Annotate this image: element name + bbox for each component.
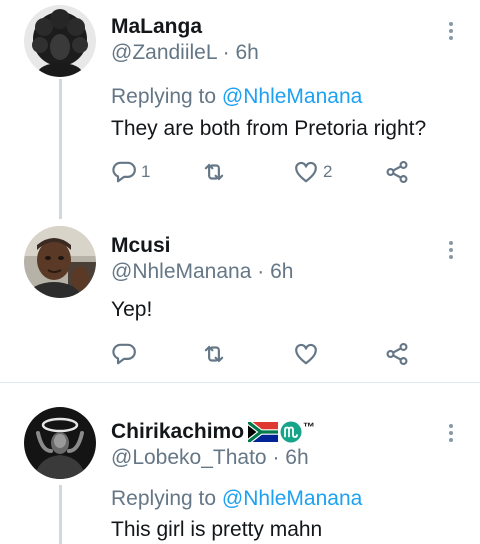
thread-line	[59, 79, 62, 219]
share-icon	[386, 160, 408, 184]
display-name[interactable]: MaLanga	[111, 15, 202, 39]
handle[interactable]: @Lobeko_Thato	[111, 446, 267, 469]
more-options-icon[interactable]	[446, 241, 456, 259]
like-icon	[295, 161, 317, 183]
thread-line	[59, 485, 62, 544]
replying-prefix: Replying to	[111, 487, 217, 510]
reply-button[interactable]	[111, 340, 141, 368]
handle[interactable]: @NhleManana	[111, 260, 251, 283]
reply-icon	[112, 343, 136, 365]
share-icon	[386, 342, 408, 366]
action-bar: 1 2	[111, 158, 411, 186]
reply-count: 1	[141, 162, 151, 181]
separator: ·	[272, 446, 280, 469]
like-icon	[295, 343, 317, 365]
timestamp[interactable]: 6h	[270, 260, 293, 283]
display-name[interactable]: Mcusi	[111, 234, 171, 258]
retweet-icon	[204, 163, 224, 181]
avatar[interactable]	[24, 5, 96, 77]
handle-line: @ZandiileL · 6h	[111, 41, 259, 65]
share-button[interactable]	[384, 158, 410, 186]
timestamp[interactable]: 6h	[285, 446, 308, 469]
tweet-text: Yep!	[111, 298, 153, 321]
like-button[interactable]: 2	[293, 158, 332, 186]
handle-line: @NhleManana · 6h	[111, 260, 293, 284]
handle-line: @Lobeko_Thato · 6h	[111, 446, 309, 470]
replying-to: Replying to @NhleManana	[111, 487, 362, 511]
like-button[interactable]	[293, 340, 323, 368]
south-africa-flag-icon	[248, 422, 279, 443]
separator: ·	[257, 260, 265, 283]
replying-prefix: Replying to	[111, 85, 217, 108]
display-name[interactable]: Chirikachimo ™	[111, 420, 315, 444]
retweet-button[interactable]	[201, 158, 231, 186]
more-options-icon[interactable]	[446, 424, 456, 442]
more-options-icon[interactable]	[446, 22, 456, 40]
avatar[interactable]	[24, 407, 96, 479]
retweet-icon	[204, 345, 224, 363]
replying-to: Replying to @NhleManana	[111, 85, 362, 109]
handle[interactable]: @ZandiileL	[111, 41, 217, 64]
tweet-text: This girl is pretty mahn	[111, 518, 323, 541]
reply-button[interactable]: 1	[111, 158, 150, 186]
tweet-text: They are both from Pretoria right?	[111, 117, 427, 140]
avatar[interactable]	[24, 226, 96, 298]
mention-link[interactable]: @NhleManana	[222, 487, 362, 510]
tweet-card[interactable]: Mcusi @NhleManana · 6h Yep!	[0, 214, 480, 382]
share-button[interactable]	[384, 340, 410, 368]
separator: ·	[222, 41, 230, 64]
timestamp[interactable]: 6h	[235, 41, 258, 64]
trademark-symbol: ™	[303, 420, 316, 434]
action-bar	[111, 340, 411, 368]
tweet-card[interactable]: Chirikachimo ™ @Lobeko_Thato · 6h Replyi…	[0, 383, 480, 544]
reply-icon	[112, 161, 136, 183]
circle-m-logo-icon	[280, 421, 302, 443]
like-count: 2	[323, 162, 333, 181]
retweet-button[interactable]	[201, 340, 231, 368]
display-name-text: Chirikachimo	[111, 420, 245, 443]
tweet-card[interactable]: MaLanga @ZandiileL · 6h Replying to @Nhl…	[0, 0, 480, 219]
mention-link[interactable]: @NhleManana	[222, 85, 362, 108]
